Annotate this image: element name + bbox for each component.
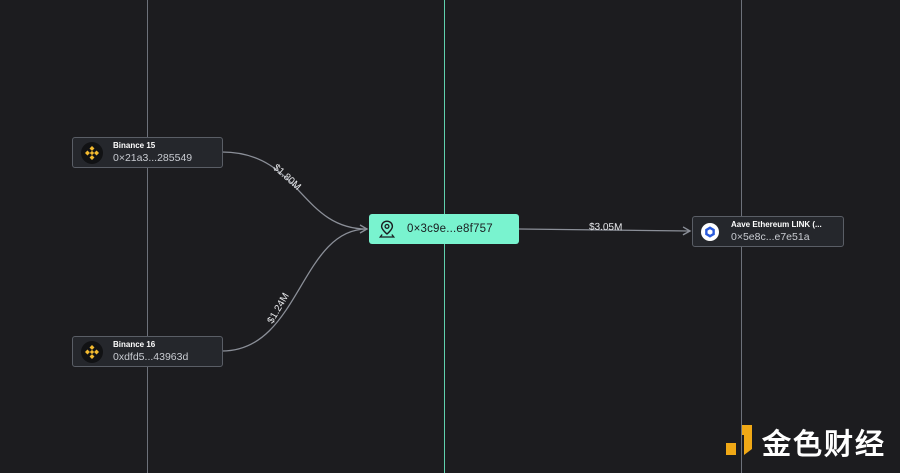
edge-binance16-to-center[interactable]	[221, 228, 368, 352]
node-address: 0×3c9e...e8f757	[407, 223, 493, 235]
node-label: Binance 15	[113, 141, 156, 151]
edge-label-center-aave: $3.05M	[588, 221, 623, 234]
node-binance-15[interactable]: Binance 15 0×21a3...285549	[72, 137, 223, 168]
watermark: 金色财经	[724, 421, 886, 463]
node-address: 0×5e8c...e7e51a	[731, 230, 810, 243]
node-label: Binance 16	[113, 340, 156, 350]
map-pin-icon	[379, 220, 395, 238]
jinse-logo-icon	[724, 423, 754, 462]
node-aave-ethereum-link[interactable]: Aave Ethereum LINK (... 0×5e8c...e7e51a	[692, 216, 844, 247]
node-address: 0×21a3...285549	[113, 151, 193, 164]
node-label: Aave Ethereum LINK (...	[731, 220, 822, 230]
node-binance-16[interactable]: Binance 16 0xdfd5...43963d	[72, 336, 223, 367]
binance-icon	[81, 141, 103, 164]
graph-canvas[interactable]: $1.80M $1.24M $3.05M Binance 15 0×21a3..…	[0, 0, 900, 473]
binance-icon	[81, 340, 103, 363]
watermark-text: 金色财经	[761, 427, 886, 461]
chainlink-icon	[701, 222, 719, 241]
node-address: 0xdfd5...43963d	[113, 350, 189, 363]
node-center-address[interactable]: 0×3c9e...e8f757	[369, 214, 519, 244]
